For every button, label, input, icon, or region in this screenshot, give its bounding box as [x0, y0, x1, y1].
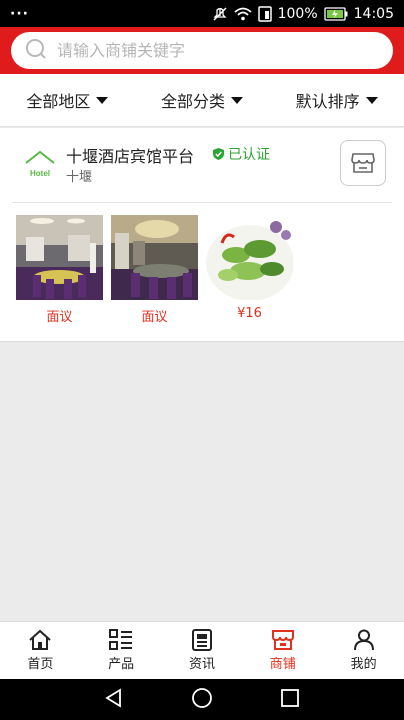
- sim-icon: [257, 5, 272, 22]
- filter-sort[interactable]: 默认排序: [296, 88, 378, 112]
- banquet-hall-photo[interactable]: [16, 215, 103, 300]
- store-icon: [271, 630, 294, 650]
- divider: [12, 202, 392, 203]
- clock: 14:05: [353, 5, 394, 22]
- user-icon: [353, 629, 374, 651]
- home-icon: [29, 629, 52, 650]
- mute-icon: [212, 6, 228, 22]
- caret-down-icon: [230, 96, 243, 104]
- product-list: 面议 面议 ¥16: [16, 215, 293, 325]
- enter-store-button[interactable]: [340, 140, 386, 186]
- shop-card[interactable]: Hotel 十堰酒店宾馆平台 已认证 十堰 面议 面议 ¥16: [0, 128, 404, 342]
- nav-store[interactable]: 商铺: [243, 629, 323, 672]
- product-item[interactable]: ¥16: [206, 215, 293, 325]
- notification-dots: ···: [10, 5, 29, 22]
- search-icon: [25, 38, 47, 64]
- verified-label: 已认证: [228, 147, 270, 163]
- nav-news-label: 资讯: [188, 657, 215, 672]
- bottom-nav: 首页 产品 资讯 商铺 我的: [0, 621, 404, 679]
- search-input[interactable]: [57, 41, 393, 60]
- product-list-icon: [109, 629, 133, 650]
- nav-news[interactable]: 资讯: [162, 629, 242, 672]
- news-icon: [191, 629, 212, 651]
- wifi-icon: [234, 7, 252, 21]
- nav-profile[interactable]: 我的: [324, 629, 404, 672]
- filter-category-label: 全部分类: [160, 92, 225, 111]
- dining-room-photo[interactable]: [111, 215, 198, 300]
- filter-category[interactable]: 全部分类: [161, 88, 243, 112]
- nav-home-label: 首页: [27, 657, 54, 672]
- nav-store-label: 商铺: [269, 657, 296, 672]
- recents-icon[interactable]: [280, 688, 300, 712]
- shop-logo: Hotel: [18, 142, 62, 186]
- caret-down-icon: [365, 96, 378, 104]
- nav-products-label: 产品: [108, 657, 135, 672]
- filter-region[interactable]: 全部地区: [26, 88, 109, 112]
- storefront-icon: [351, 153, 375, 173]
- battery-percent: 100%: [277, 5, 318, 22]
- vegetable-dish-photo[interactable]: [206, 215, 293, 300]
- product-price: 面议: [46, 310, 73, 325]
- system-nav-bar: [0, 679, 404, 720]
- filter-bar: 全部地区 全部分类 默认排序: [0, 74, 404, 127]
- shop-name[interactable]: 十堰酒店宾馆平台: [66, 143, 194, 167]
- product-item[interactable]: 面议: [16, 215, 103, 325]
- home-circle-icon[interactable]: [191, 687, 213, 713]
- status-bar: ··· 100% 14:05: [0, 0, 404, 27]
- nav-profile-label: 我的: [350, 657, 377, 672]
- logo-text: Hotel: [30, 169, 50, 178]
- product-price: ¥16: [237, 306, 262, 321]
- search-box[interactable]: [11, 32, 393, 69]
- shop-city: 十堰: [66, 170, 93, 185]
- back-icon[interactable]: [104, 687, 124, 712]
- header: [0, 27, 404, 74]
- verified-badge: 已认证: [212, 144, 270, 164]
- product-item[interactable]: 面议: [111, 215, 198, 325]
- shop-header[interactable]: Hotel 十堰酒店宾馆平台 已认证 十堰: [0, 128, 404, 202]
- filter-sort-label: 默认排序: [295, 92, 360, 111]
- filter-region-label: 全部地区: [26, 92, 91, 111]
- nav-products[interactable]: 产品: [81, 629, 161, 672]
- product-price: 面议: [141, 310, 168, 325]
- caret-down-icon: [96, 96, 109, 104]
- nav-home[interactable]: 首页: [0, 629, 80, 672]
- battery-icon: [323, 6, 348, 21]
- shield-check-icon: [213, 148, 224, 160]
